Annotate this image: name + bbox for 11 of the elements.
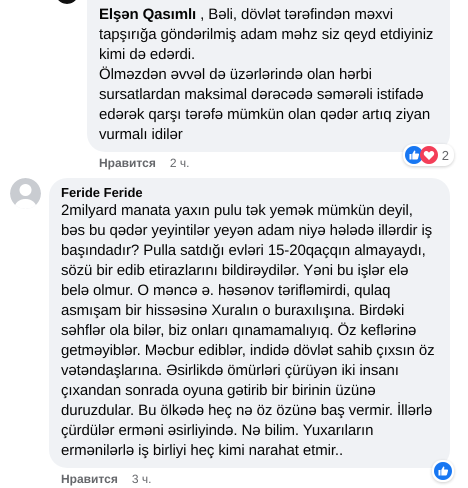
like-link[interactable]: Нравится bbox=[61, 472, 118, 486]
reaction-summary[interactable]: 2 bbox=[402, 144, 454, 166]
thumbs-up-icon bbox=[434, 462, 452, 480]
comment-text: 2milyard manata yaxın pulu tək yemək mümkün deyil, bəs bu qədər yeyintilər yeyən adam niyə hələdə illərdir iş başındadır? Pulla satdığı evləri 15-20qaçqın almayaydı, sözü bir edib etirazlarını bildirəydilər. Yəni bu işlər elə belə olmur. O məncə ə. həsənov tərifləmirdi, qulaq asmışam bir hissəsinə Xuralın o buraxılışına. Birdəki səhflər ola bilər, biz onları qınamamalıyıq. Öz keflərinə getməyiblər. Məcbur ediblər, indidə dövlət sahib çıxsın öz vətəndaşlarına. Əsirlikdə ömürləri çürüyən iki insanı çıxandan sonrada oyuna gətirib bir birinin üzünə duruzdular. Bu ölkədə heç nə öz özünə baş vermir. İllərlə çürdülər erməni əsirliyində. Nə bilim. Yuxarıların ermənilərlə iş birliyi heç kimi narahat etmir.. bbox=[61, 201, 436, 461]
comment-time[interactable]: 2 ч. bbox=[170, 156, 190, 170]
reaction-summary[interactable] bbox=[432, 460, 454, 482]
thumbs-up-icon bbox=[404, 146, 423, 164]
like-link[interactable]: Нравится bbox=[99, 156, 156, 170]
comment-time[interactable]: 3 ч. bbox=[132, 472, 152, 486]
comment-text: Elşən Qasımlı , Bəli, dövlət tərəfindən məxvi tapşırığa göndərilmiş adam məhz siz qeyd etdiyiniz kimi də edərdi. Ölməzdən əvvəl də üzərlərində olan hərbi sursatlardan maksimal dərəcədə səmərəli istifadə edərək qarşı tərəfə mümkün olan qədər artıq ziyan vurmalı idilər bbox=[99, 5, 434, 145]
comment-author[interactable]: Feride Feride bbox=[61, 185, 438, 201]
